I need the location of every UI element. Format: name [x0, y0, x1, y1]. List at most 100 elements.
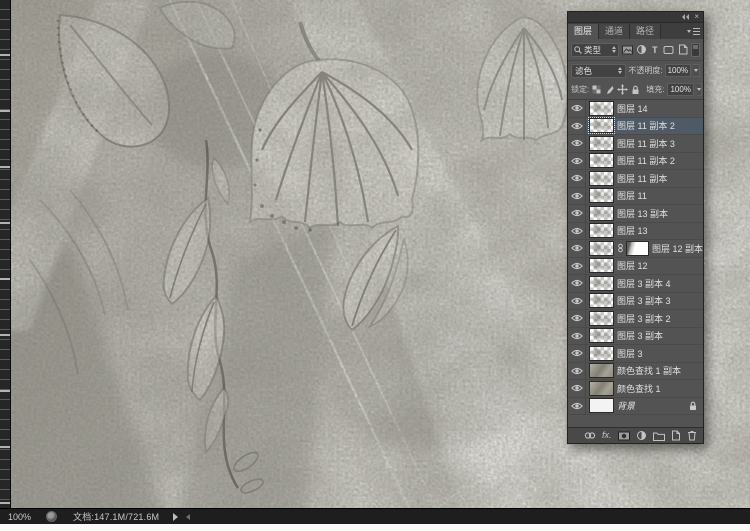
lock-transparent-pixels-icon[interactable] — [592, 84, 601, 95]
visibility-toggle[interactable] — [568, 345, 586, 362]
layer-row[interactable]: 图层 11 副本 2 — [568, 152, 703, 170]
collapse-panel-icon[interactable] — [682, 14, 690, 20]
layer-name[interactable]: 图层 3 副本 4 — [617, 277, 671, 290]
layer-name[interactable]: 图层 12 副本 — [652, 242, 703, 255]
vertical-ruler[interactable] — [0, 0, 11, 508]
layer-row[interactable]: 图层 12 副本 — [568, 240, 703, 258]
layer-thumbnail[interactable] — [590, 101, 613, 115]
panel-menu-icon[interactable] — [685, 25, 701, 37]
layer-name[interactable]: 图层 11 副本 3 — [617, 137, 675, 150]
layer-thumbnail[interactable] — [590, 364, 613, 378]
lock-image-pixels-icon[interactable] — [604, 84, 614, 95]
layer-thumbnail[interactable] — [590, 346, 613, 360]
layer-name[interactable]: 图层 3 副本 2 — [617, 312, 671, 325]
layer-thumbnail[interactable] — [590, 381, 613, 395]
layer-thumbnail[interactable] — [590, 311, 613, 325]
visibility-toggle[interactable] — [568, 135, 586, 152]
layer-thumbnail[interactable] — [590, 294, 613, 308]
blend-mode-select[interactable]: 滤色 — [571, 63, 627, 78]
delete-layer-icon[interactable] — [687, 430, 697, 441]
layer-thumbnail[interactable] — [590, 399, 613, 413]
fill-value-field[interactable]: 100% — [667, 83, 694, 96]
layer-row[interactable]: 图层 11 副本 3 — [568, 135, 703, 153]
tab-paths[interactable]: 路径 — [630, 24, 662, 39]
layer-name[interactable]: 图层 12 — [617, 259, 648, 272]
layer-row[interactable]: 图层 12 — [568, 257, 703, 275]
visibility-toggle[interactable] — [568, 362, 586, 379]
layer-name[interactable]: 背景 — [617, 399, 635, 412]
layer-row[interactable]: 图层 3 — [568, 345, 703, 363]
filter-toggle-switch[interactable] — [690, 42, 700, 57]
layer-name[interactable]: 图层 13 — [617, 224, 648, 237]
opacity-dropdown-arrow[interactable] — [693, 64, 700, 77]
layer-thumbnail[interactable] — [590, 224, 613, 238]
layer-row[interactable]: 图层 11 副本 — [568, 170, 703, 188]
layer-thumbnail[interactable] — [590, 259, 613, 273]
visibility-toggle[interactable] — [568, 397, 586, 414]
layer-thumbnail[interactable] — [590, 206, 613, 220]
zoom-level-field[interactable]: 100% — [8, 512, 34, 522]
fill-dropdown-arrow[interactable] — [696, 83, 702, 96]
layer-thumbnail[interactable] — [590, 171, 613, 185]
layer-name[interactable]: 图层 3 副本 3 — [617, 294, 671, 307]
visibility-toggle[interactable] — [568, 310, 586, 327]
visibility-toggle[interactable] — [568, 117, 586, 134]
layer-row[interactable]: 颜色查找 1 — [568, 380, 703, 398]
visibility-toggle[interactable] — [568, 152, 586, 169]
layer-name[interactable]: 图层 3 副本 — [617, 329, 663, 342]
add-layer-mask-icon[interactable] — [617, 431, 630, 441]
layer-name[interactable]: 图层 11 — [617, 189, 647, 202]
new-group-icon[interactable] — [652, 431, 665, 441]
visibility-toggle[interactable] — [568, 327, 586, 344]
new-layer-icon[interactable] — [671, 430, 681, 441]
filter-smart-object-icon[interactable] — [677, 43, 689, 56]
visibility-toggle[interactable] — [568, 187, 586, 204]
layer-style-icon[interactable]: fx. — [602, 431, 612, 440]
visibility-toggle[interactable] — [568, 275, 586, 292]
layer-thumbnail[interactable] — [588, 117, 615, 135]
visibility-toggle[interactable] — [568, 257, 586, 274]
visibility-toggle[interactable] — [568, 205, 586, 222]
layer-row[interactable]: 背景 — [568, 397, 703, 415]
status-menu-icon[interactable] — [46, 511, 57, 522]
layer-row[interactable]: 图层 11 — [568, 187, 703, 205]
visibility-toggle[interactable] — [568, 100, 586, 117]
layer-row[interactable]: 图层 3 副本 3 — [568, 292, 703, 310]
filter-adjustment-layers-icon[interactable] — [635, 43, 647, 56]
layer-row[interactable]: 图层 3 副本 — [568, 327, 703, 345]
opacity-value-field[interactable]: 100% — [664, 64, 692, 77]
filter-pixel-layers-icon[interactable] — [621, 43, 633, 56]
layer-row[interactable]: 图层 3 副本 2 — [568, 310, 703, 328]
layer-name[interactable]: 图层 11 副本 — [617, 172, 667, 185]
layer-name[interactable]: 图层 13 副本 — [617, 207, 668, 220]
layer-thumbnail[interactable] — [590, 329, 613, 343]
layer-row[interactable]: 图层 14 — [568, 100, 703, 118]
visibility-toggle[interactable] — [568, 292, 586, 309]
lock-all-icon[interactable] — [631, 84, 640, 95]
layer-name[interactable]: 颜色查找 1 副本 — [617, 364, 681, 377]
status-popup-arrow-icon[interactable] — [173, 512, 179, 521]
link-layers-icon[interactable] — [584, 431, 596, 440]
filter-shape-layers-icon[interactable] — [663, 43, 675, 56]
tab-channels[interactable]: 通道 — [599, 24, 631, 39]
layer-name[interactable]: 颜色查找 1 — [617, 382, 661, 395]
lock-position-icon[interactable] — [617, 84, 629, 95]
layer-name[interactable]: 图层 3 — [617, 347, 643, 360]
layer-thumbnail[interactable] — [590, 136, 613, 150]
layer-mask-thumbnail[interactable] — [627, 241, 648, 255]
tab-layers[interactable]: 图层 — [568, 24, 600, 39]
layer-name[interactable]: 图层 14 — [617, 102, 648, 115]
close-panel-icon[interactable]: × — [694, 13, 699, 21]
layer-name[interactable]: 图层 11 副本 2 — [617, 119, 675, 132]
layer-name[interactable]: 图层 11 副本 2 — [617, 154, 675, 167]
visibility-toggle[interactable] — [568, 240, 586, 257]
new-adjustment-layer-icon[interactable] — [636, 430, 647, 441]
layer-row[interactable]: 图层 11 副本 2 — [568, 117, 703, 135]
layer-row[interactable]: 颜色查找 1 副本 — [568, 362, 703, 380]
layer-row[interactable]: 图层 13 — [568, 222, 703, 240]
visibility-toggle[interactable] — [568, 380, 586, 397]
layer-thumbnail[interactable] — [590, 276, 613, 290]
layer-thumbnail[interactable] — [590, 241, 613, 255]
layer-thumbnail[interactable] — [590, 189, 613, 203]
visibility-toggle[interactable] — [568, 222, 586, 239]
